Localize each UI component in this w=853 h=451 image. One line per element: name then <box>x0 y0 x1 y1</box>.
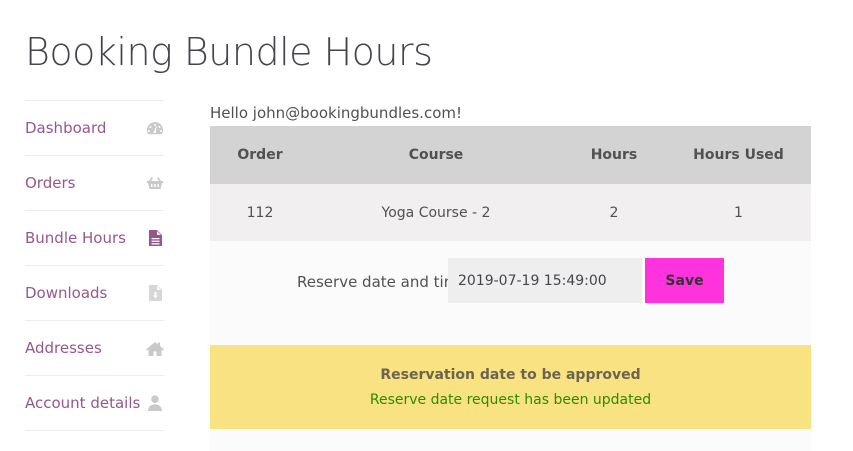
sidebar-item-account-details[interactable]: Account details <box>25 376 164 431</box>
sidebar-item-orders[interactable]: Orders <box>25 156 164 211</box>
bundle-hours-table: Order Course Hours Hours Used 112 Yoga C… <box>210 126 811 241</box>
sidebar-item-label: Orders <box>25 174 76 192</box>
table-header-row: Order Course Hours Hours Used <box>210 126 811 184</box>
bundle-hours-table-wrapper: Order Course Hours Hours Used 112 Yoga C… <box>210 126 811 241</box>
document-icon <box>146 229 164 247</box>
column-header-course: Course <box>310 126 562 184</box>
page-title: Booking Bundle Hours <box>25 30 433 74</box>
save-button[interactable]: Save <box>645 258 724 303</box>
sidebar-item-downloads[interactable]: Downloads <box>25 266 164 321</box>
sidebar-item-bundle-hours[interactable]: Bundle Hours <box>25 211 164 266</box>
reserve-date-label: Reserve date and time <box>297 273 468 291</box>
notice-message: Reserve date request has been updated <box>369 392 652 408</box>
dashboard-icon <box>146 119 164 137</box>
table-footer-strip <box>210 429 811 451</box>
status-notice: Reservation date to be approved Reserve … <box>210 345 811 429</box>
notice-title: Reservation date to be approved <box>380 367 641 383</box>
reserve-form: Reserve date and time Save <box>210 241 811 345</box>
sidebar-item-label: Dashboard <box>25 119 107 137</box>
greeting-text: Hello john@bookingbundles.com! <box>210 104 462 122</box>
reserve-date-input[interactable] <box>448 258 642 303</box>
sidebar-item-label: Bundle Hours <box>25 229 126 247</box>
sidebar-item-label: Account details <box>25 394 141 412</box>
sidebar-item-dashboard[interactable]: Dashboard <box>25 101 164 156</box>
basket-icon <box>146 174 164 192</box>
sidebar-item-addresses[interactable]: Addresses <box>25 321 164 376</box>
sidebar-item-label: Downloads <box>25 284 108 302</box>
column-header-hours-used: Hours Used <box>666 126 811 184</box>
account-navigation: Dashboard Orders Bundle Hours Downloads <box>25 100 164 431</box>
table-row: 112 Yoga Course - 2 2 1 <box>210 184 811 241</box>
column-header-hours: Hours <box>562 126 666 184</box>
sidebar-item-label: Addresses <box>25 339 102 357</box>
cell-hours: 2 <box>562 184 666 241</box>
cell-course: Yoga Course - 2 <box>310 184 562 241</box>
user-icon <box>146 394 164 412</box>
home-icon <box>146 339 164 357</box>
column-header-order: Order <box>210 126 310 184</box>
cell-hours-used: 1 <box>666 184 811 241</box>
cell-order: 112 <box>210 184 310 241</box>
file-download-icon <box>146 284 164 302</box>
